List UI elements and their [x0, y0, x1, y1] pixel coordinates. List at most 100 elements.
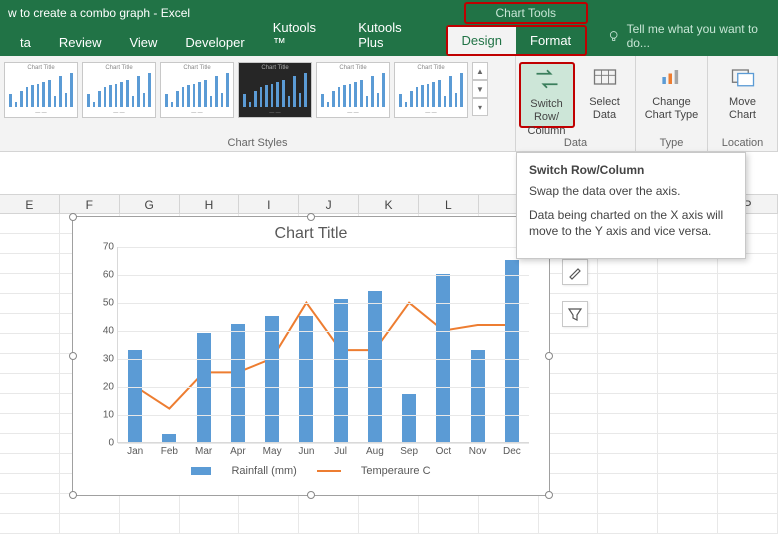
- cell[interactable]: [598, 274, 658, 294]
- tab-developer[interactable]: Developer: [171, 29, 258, 56]
- bar[interactable]: [368, 291, 382, 442]
- cell[interactable]: [658, 454, 718, 474]
- cell[interactable]: [718, 394, 778, 414]
- cell[interactable]: [419, 494, 479, 514]
- column-header[interactable]: I: [239, 195, 299, 214]
- bar[interactable]: [299, 316, 313, 442]
- cell[interactable]: [718, 294, 778, 314]
- tab-view[interactable]: View: [115, 29, 171, 56]
- cell[interactable]: [718, 274, 778, 294]
- cell[interactable]: [180, 514, 240, 534]
- chart-style-thumb[interactable]: Chart Title— —: [316, 62, 390, 118]
- cell[interactable]: [419, 514, 479, 534]
- cell[interactable]: [658, 414, 718, 434]
- cell[interactable]: [658, 354, 718, 374]
- cell[interactable]: [0, 334, 60, 354]
- move-chart-button[interactable]: Move Chart: [715, 62, 771, 128]
- column-header[interactable]: H: [180, 195, 240, 214]
- switch-row-column-button[interactable]: Switch Row/ Column: [519, 62, 575, 128]
- cell[interactable]: [598, 394, 658, 414]
- cell[interactable]: [0, 514, 60, 534]
- bar[interactable]: [231, 324, 245, 442]
- cell[interactable]: [479, 514, 539, 534]
- cell[interactable]: [359, 494, 419, 514]
- cell[interactable]: [479, 494, 539, 514]
- plot-area[interactable]: JanFebMarAprMayJunJulAugSepOctNovDec 010…: [117, 247, 529, 443]
- change-chart-type-button[interactable]: Change Chart Type: [644, 62, 700, 128]
- column-header[interactable]: G: [120, 195, 180, 214]
- cell[interactable]: [658, 314, 718, 334]
- cell[interactable]: [0, 374, 60, 394]
- cell[interactable]: [120, 494, 180, 514]
- resize-handle[interactable]: [545, 491, 553, 499]
- cell[interactable]: [718, 374, 778, 394]
- cell[interactable]: [299, 514, 359, 534]
- cell[interactable]: [718, 454, 778, 474]
- column-header[interactable]: F: [60, 195, 120, 214]
- bar[interactable]: [334, 299, 348, 442]
- resize-handle[interactable]: [307, 491, 315, 499]
- cell[interactable]: [598, 434, 658, 454]
- bar[interactable]: [265, 316, 279, 442]
- chart-styles-button[interactable]: [562, 259, 588, 285]
- cell[interactable]: [658, 294, 718, 314]
- cell[interactable]: [598, 454, 658, 474]
- chart-style-thumb[interactable]: Chart Title— —: [160, 62, 234, 118]
- tab-data[interactable]: ta: [6, 29, 45, 56]
- cell[interactable]: [598, 514, 658, 534]
- chart-style-thumb[interactable]: Chart Title— —: [394, 62, 468, 118]
- cell[interactable]: [658, 274, 718, 294]
- bar[interactable]: [436, 274, 450, 442]
- cell[interactable]: [359, 514, 419, 534]
- cell[interactable]: [598, 354, 658, 374]
- cell[interactable]: [0, 354, 60, 374]
- cell[interactable]: [0, 414, 60, 434]
- cell[interactable]: [718, 354, 778, 374]
- resize-handle[interactable]: [307, 213, 315, 221]
- bar[interactable]: [402, 394, 416, 442]
- cell[interactable]: [60, 514, 120, 534]
- tab-format[interactable]: Format: [516, 27, 585, 54]
- cell[interactable]: [718, 414, 778, 434]
- chart-title[interactable]: Chart Title: [73, 217, 549, 247]
- cell[interactable]: [658, 334, 718, 354]
- cell[interactable]: [658, 374, 718, 394]
- bar[interactable]: [128, 350, 142, 442]
- cell[interactable]: [0, 294, 60, 314]
- chart-style-thumb[interactable]: Chart Title— —: [4, 62, 78, 118]
- bar[interactable]: [162, 434, 176, 442]
- select-data-button[interactable]: Select Data: [577, 62, 633, 128]
- cell[interactable]: [658, 394, 718, 414]
- style-gallery-nav[interactable]: ▼: [472, 80, 488, 98]
- column-header[interactable]: K: [359, 195, 419, 214]
- bar[interactable]: [471, 350, 485, 442]
- cell[interactable]: [0, 454, 60, 474]
- cell[interactable]: [718, 334, 778, 354]
- cell[interactable]: [658, 514, 718, 534]
- cell[interactable]: [718, 474, 778, 494]
- cell[interactable]: [658, 474, 718, 494]
- cell[interactable]: [0, 314, 60, 334]
- chart-filter-button[interactable]: [562, 301, 588, 327]
- cell[interactable]: [718, 494, 778, 514]
- style-gallery-nav[interactable]: ▾: [472, 98, 488, 116]
- tab-review[interactable]: Review: [45, 29, 116, 56]
- embedded-chart[interactable]: Chart Title JanFebMarAprMayJunJulAugSepO…: [72, 216, 550, 496]
- cell[interactable]: [239, 494, 299, 514]
- tell-me[interactable]: Tell me what you want to do...: [607, 22, 778, 56]
- resize-handle[interactable]: [69, 213, 77, 221]
- cell[interactable]: [598, 414, 658, 434]
- tab-kutools[interactable]: Kutools ™: [259, 14, 345, 56]
- cell[interactable]: [539, 514, 599, 534]
- cell[interactable]: [239, 514, 299, 534]
- cell[interactable]: [718, 514, 778, 534]
- resize-handle[interactable]: [69, 491, 77, 499]
- chart-style-thumb[interactable]: Chart Title— —: [82, 62, 156, 118]
- column-header[interactable]: L: [419, 195, 479, 214]
- tab-design[interactable]: Design: [448, 27, 516, 54]
- cell[interactable]: [658, 494, 718, 514]
- resize-handle[interactable]: [545, 352, 553, 360]
- cell[interactable]: [0, 394, 60, 414]
- cell[interactable]: [0, 494, 60, 514]
- cell[interactable]: [718, 434, 778, 454]
